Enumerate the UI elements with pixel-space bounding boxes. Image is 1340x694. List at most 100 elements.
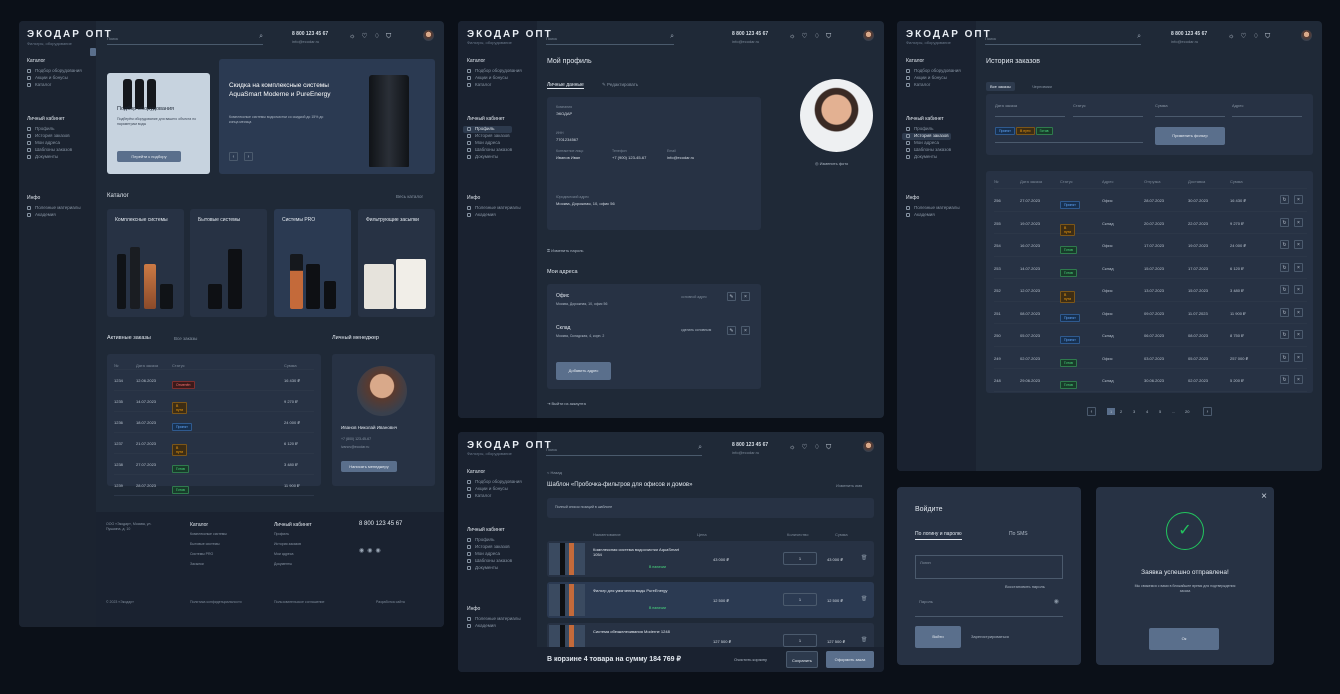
add-address-button[interactable]: Добавить адрес [556,362,611,380]
repeat-order-icon[interactable]: ↻ [1280,195,1289,204]
footer-link[interactable]: Бытовые системы [190,542,220,546]
cancel-order-icon[interactable]: × [1294,352,1303,362]
edit-icon[interactable]: ✎ [727,292,736,301]
sidebar-item[interactable]: Каталог [27,82,82,89]
sidebar-item[interactable]: Акции и бонусы [467,486,522,493]
header-icons[interactable]: ☼♡♢⛉ [789,443,837,452]
repeat-order-icon[interactable]: ↻ [1280,217,1289,227]
delete-icon[interactable]: 🗑 [861,596,867,602]
sidebar-item[interactable]: Каталог [467,493,522,500]
write-manager-button[interactable]: Написать менеджеру [341,461,397,472]
table-row[interactable]: 251 08.07.2023 Офис 09.07.2023 11.07.2023 11 … [994,302,1307,324]
table-row[interactable]: 1238 27.07.2023 3 480 ₽ Готов [114,454,314,475]
sidebar-item[interactable]: Шаблоны заказов [27,147,72,154]
sidebar-item[interactable]: Шаблоны заказов [467,558,512,565]
filter-address[interactable]: Адрес [1232,103,1302,117]
sidebar-item[interactable]: Акции и бонусы [906,75,961,82]
clear-cart-link[interactable]: Очистить корзину [734,657,767,662]
manager-email[interactable]: ivanov@ecodar.ru [341,445,369,449]
next-page-button[interactable]: › [1203,407,1212,416]
tab-personal[interactable]: Личные данные [547,82,584,89]
table-row[interactable]: 248 29.06.2023 Склад 30.06.2023 02.07.2023 5 … [994,369,1307,392]
avatar[interactable] [863,441,874,452]
search-input[interactable]: Поиск ⌕ [107,33,263,45]
sidebar-item[interactable]: Документы [467,154,512,161]
prev-slide-button[interactable]: ‹ [229,152,238,161]
header-icons[interactable]: ☼♡♢⛉ [789,32,837,41]
footer-link[interactable]: Профиль [274,532,289,536]
header-icons[interactable]: ☼♡♢⛉ [1228,32,1276,41]
sidebar-item[interactable]: Подбор оборудования [467,479,522,486]
make-default-link[interactable]: сделать основным [681,328,711,332]
brand-logo[interactable]: ЭКОДАР ОПТ [27,29,113,40]
next-slide-button[interactable]: › [244,152,253,161]
ok-button[interactable]: Ок [1149,628,1219,650]
sidebar-item[interactable]: Документы [467,565,512,572]
repeat-order-icon[interactable]: ↻ [1280,330,1289,339]
selection-button[interactable]: Перейти к подбору [117,151,181,162]
brand-logo[interactable]: ЭКОДАР ОПТ [906,29,992,40]
search-input[interactable]: Поиск ⌕ [546,444,702,456]
search-input[interactable]: Поиск ⌕ [985,33,1141,45]
filter-date[interactable]: Дата заказа [995,103,1065,117]
page-number[interactable]: 20 [1185,409,1189,414]
sidebar-item[interactable]: Профиль [467,537,512,544]
eye-icon[interactable]: ◉ [1054,598,1059,605]
repeat-order-icon[interactable]: ↻ [1280,307,1289,317]
manager-phone[interactable]: +7 (800) 123-45-67 [341,437,371,441]
sidebar-item[interactable]: Шаблоны заказов [467,147,512,154]
footer-link[interactable]: Документы [274,562,292,566]
avatar[interactable] [1301,30,1312,41]
table-row[interactable]: 254 16.07.2023 Офис 17.07.2023 19.07.2023 24 … [994,234,1307,257]
sidebar-item[interactable]: Полезные материалы [467,616,521,623]
delete-icon[interactable]: × [741,326,750,335]
sidebar-item[interactable]: Мои адреса [467,551,512,558]
table-row[interactable]: 1236 18.07.2023 24 000 ₽ Принят [114,412,314,433]
category-card[interactable]: Фильтрующие засыпки [358,209,435,317]
logout-link[interactable]: ⇥ Выйти из аккаунта [547,401,586,406]
cancel-order-icon[interactable]: × [1294,330,1303,339]
sidebar-item[interactable]: Документы [906,154,951,161]
header-icons[interactable]: ☼♡♢⛉ [349,32,397,41]
table-row[interactable]: 1239 28.07.2023 11 900 ₽ Готов [114,475,314,496]
table-row[interactable]: 256 27.07.2023 Офис 28.07.2023 30.07.2023 16 … [994,189,1307,212]
delete-icon[interactable]: 🗑 [861,637,867,643]
save-button[interactable]: Сохранить [786,651,818,668]
close-icon[interactable]: × [1261,491,1267,502]
social-icons[interactable]: ◉◉◉ [359,547,384,554]
edit-link[interactable]: ✎ Редактировать [602,82,638,88]
sidebar-item[interactable]: Акции и бонусы [27,75,82,82]
search-input[interactable]: Поиск ⌕ [546,33,674,45]
repeat-order-icon[interactable]: ↻ [1280,352,1289,362]
password-field[interactable]: Пароль ◉ [915,593,1063,617]
footer-link[interactable]: Комплексные системы [190,532,227,536]
footer-link[interactable]: История заказов [274,542,301,546]
catalog-all-link[interactable]: Весь каталог [396,194,423,199]
table-row[interactable]: 253 14.07.2023 Склад 15.07.2023 17.07.2023 6 … [994,257,1307,279]
sidebar-item[interactable]: Полезные материалы [467,205,521,212]
promo-card-selection[interactable]: Подбор оборудования Подберём оборудовани… [107,73,210,174]
back-link[interactable]: < Назад [547,470,562,475]
page-number[interactable]: 2 [1120,409,1122,414]
sidebar-item[interactable]: История заказов [467,133,512,140]
sidebar-item[interactable]: Мои адреса [906,140,951,147]
sidebar-item[interactable]: История заказов [902,133,952,140]
tab-sms[interactable]: По SMS [1009,531,1028,537]
table-row[interactable]: 250 05.07.2023 Склад 06.07.2023 08.07.2023 8 … [994,324,1307,347]
category-card[interactable]: Бытовые системы [190,209,267,317]
template-item[interactable]: Комплексная система водоочистки AquaSmar… [547,541,874,577]
login-button[interactable]: Войти [915,626,961,648]
delete-icon[interactable]: 🗑 [861,555,867,561]
orders-all-link[interactable]: Все заказы [174,336,197,341]
sidebar-item[interactable]: Подбор оборудования [467,68,522,75]
cancel-order-icon[interactable]: × [1294,195,1303,204]
page-number[interactable]: 5 [1159,409,1161,414]
footer-policy[interactable]: Политика конфиденциальности [190,600,242,604]
checkout-button[interactable]: Оформить заказ [826,651,874,668]
filter-status[interactable]: Статус [1073,103,1143,117]
collapse-toggle[interactable] [90,48,96,56]
sidebar-item[interactable]: Каталог [467,82,522,89]
cancel-order-icon[interactable]: × [1294,262,1303,272]
footer-link[interactable]: Системы PRO [190,552,213,556]
page-number[interactable]: 1 [1107,408,1116,415]
